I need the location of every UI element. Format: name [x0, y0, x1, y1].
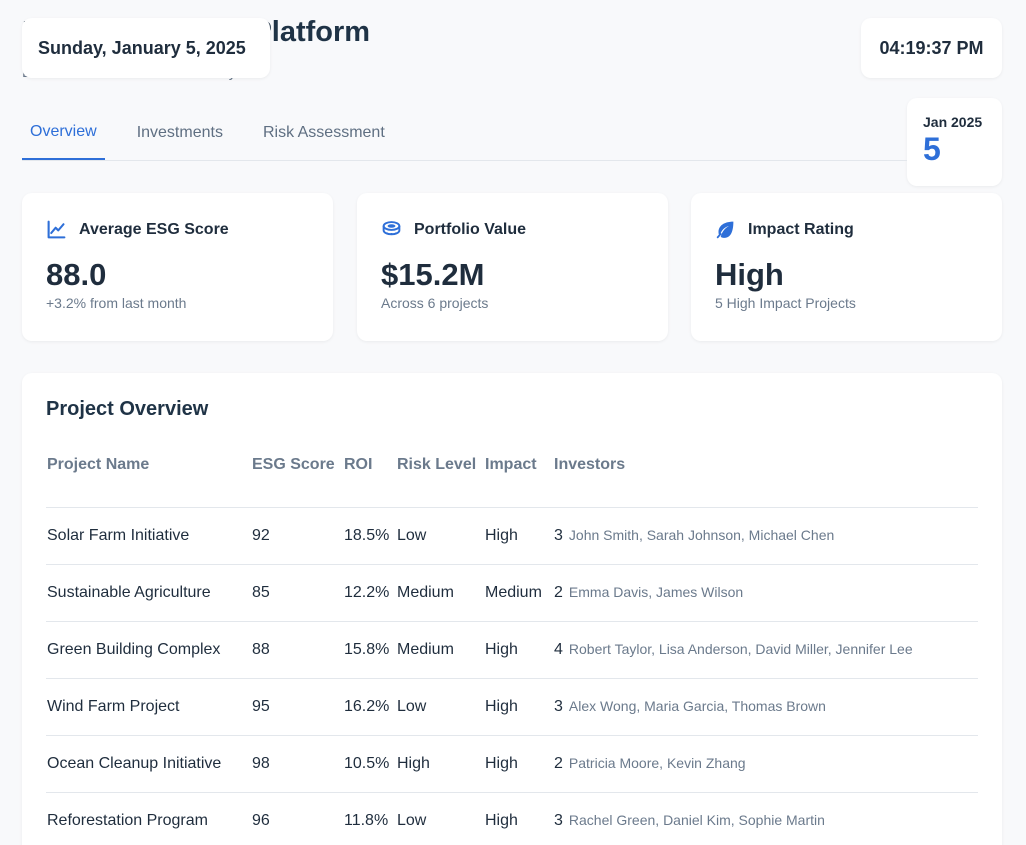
coins-icon [382, 221, 401, 236]
panel-title: Project Overview [46, 398, 209, 420]
trend-line-icon [47, 220, 66, 239]
project-name: Sustainable Agriculture [46, 564, 251, 622]
stat-card-esg-score: Average ESG Score 88.0 +3.2% from last m… [22, 193, 333, 341]
column-header[interactable]: Investors [553, 449, 978, 508]
investor-names: Alex Wong, Maria Garcia, Thomas Brown [568, 697, 826, 714]
column-header[interactable]: ESG Score [251, 449, 343, 508]
project-name: Ocean Cleanup Initiative [46, 735, 251, 793]
stat-value: High [715, 257, 784, 292]
table-row[interactable]: Wind Farm Project 95 16.2% Low High 3 Ale… [46, 678, 978, 736]
risk-level: Low [396, 792, 484, 845]
roi: 15.8% [343, 621, 396, 679]
risk-level: High [396, 735, 484, 793]
column-header[interactable]: Risk Level [396, 449, 484, 508]
investors-cell: 4 Robert Taylor, Lisa Anderson, David Mil… [553, 621, 978, 679]
investor-names: Rachel Green, Daniel Kim, Sophie Martin [568, 811, 825, 828]
investor-count: 3 [554, 697, 563, 715]
esg-score: 92 [251, 507, 343, 565]
esg-score: 95 [251, 678, 343, 736]
investor-count: 2 [554, 754, 563, 772]
roi: 12.2% [343, 564, 396, 622]
column-header[interactable]: Project Name [46, 449, 251, 508]
stat-card-impact-rating: Impact Rating High 5 High Impact Project… [691, 193, 1002, 341]
time-text: 04:19:37 PM [879, 37, 984, 58]
stat-label: Portfolio Value [414, 220, 527, 238]
table-row[interactable]: Reforestation Program 96 11.8% Low High … [46, 792, 978, 845]
stat-value: $15.2M [381, 257, 485, 292]
stat-value: 88.0 [46, 257, 107, 292]
date-display: Sunday, January 5, 2025 [22, 18, 270, 78]
roi: 16.2% [343, 678, 396, 736]
investor-count: 2 [554, 583, 563, 601]
column-header[interactable]: ROI [343, 449, 396, 508]
impact: High [484, 507, 553, 565]
calendar-day: 5 [923, 131, 941, 167]
column-header[interactable]: Impact [484, 449, 553, 508]
tab-bar: Overview Investments Risk Assessment [22, 106, 907, 161]
project-name: Reforestation Program [46, 792, 251, 845]
roi: 11.8% [343, 792, 396, 845]
investors-cell: 2 Emma Davis, James Wilson [553, 564, 978, 622]
risk-level: Medium [396, 564, 484, 622]
roi: 18.5% [343, 507, 396, 565]
impact: High [484, 621, 553, 679]
risk-level: Low [396, 507, 484, 565]
investor-names: Robert Taylor, Lisa Anderson, David Mill… [568, 640, 913, 657]
tab-investments[interactable]: Investments [129, 106, 231, 160]
esg-score: 88 [251, 621, 343, 679]
table-row[interactable]: Solar Farm Initiative 92 18.5% Low High … [46, 507, 978, 565]
project-name: Wind Farm Project [46, 678, 251, 736]
stat-subtext: +3.2% from last month [46, 295, 187, 311]
investor-count: 3 [554, 526, 563, 544]
table-row[interactable]: Ocean Cleanup Initiative 98 10.5% High H… [46, 735, 978, 793]
project-name: Solar Farm Initiative [46, 507, 251, 565]
project-overview-panel: Project Overview Project Name ESG Score … [22, 373, 1002, 845]
table-row[interactable]: Sustainable Agriculture 85 12.2% Medium … [46, 564, 978, 622]
impact: High [484, 792, 553, 845]
investor-names: Patricia Moore, Kevin Zhang [568, 754, 746, 771]
stat-subtext: Across 6 projects [381, 295, 489, 311]
investor-count: 3 [554, 811, 563, 829]
stat-label: Impact Rating [748, 220, 854, 238]
project-table: Project Name ESG Score ROI Risk Level Im… [46, 449, 978, 845]
date-text: Sunday, January 5, 2025 [38, 37, 246, 58]
calendar-widget: Jan 2025 5 [907, 98, 1002, 186]
investors-cell: 3 John Smith, Sarah Johnson, Michael Chen [553, 507, 978, 565]
table-row[interactable]: Green Building Complex 88 15.8% Medium H… [46, 621, 978, 679]
esg-score: 98 [251, 735, 343, 793]
investor-count: 4 [554, 640, 563, 658]
project-name: Green Building Complex [46, 621, 251, 679]
investor-names: Emma Davis, James Wilson [568, 583, 744, 600]
risk-level: Low [396, 678, 484, 736]
tab-overview[interactable]: Overview [22, 106, 105, 160]
stat-label: Average ESG Score [79, 220, 229, 238]
investors-cell: 3 Alex Wong, Maria Garcia, Thomas Brown [553, 678, 978, 736]
esg-score: 96 [251, 792, 343, 845]
calendar-month: Jan 2025 [923, 114, 983, 130]
stat-card-portfolio-value: Portfolio Value $15.2M Across 6 projects [357, 193, 668, 341]
time-display: 04:19:37 PM [861, 18, 1002, 78]
table-header-row: Project Name ESG Score ROI Risk Level Im… [46, 449, 978, 508]
stat-subtext: 5 High Impact Projects [715, 295, 856, 311]
impact: High [484, 678, 553, 736]
tab-risk-assessment[interactable]: Risk Assessment [255, 106, 393, 160]
roi: 10.5% [343, 735, 396, 793]
impact: Medium [484, 564, 553, 622]
impact: High [484, 735, 553, 793]
investor-names: John Smith, Sarah Johnson, Michael Chen [568, 526, 835, 543]
esg-score: 85 [251, 564, 343, 622]
leaf-icon [716, 221, 734, 239]
investors-cell: 3 Rachel Green, Daniel Kim, Sophie Martin [553, 792, 978, 845]
investors-cell: 2 Patricia Moore, Kevin Zhang [553, 735, 978, 793]
risk-level: Medium [396, 621, 484, 679]
